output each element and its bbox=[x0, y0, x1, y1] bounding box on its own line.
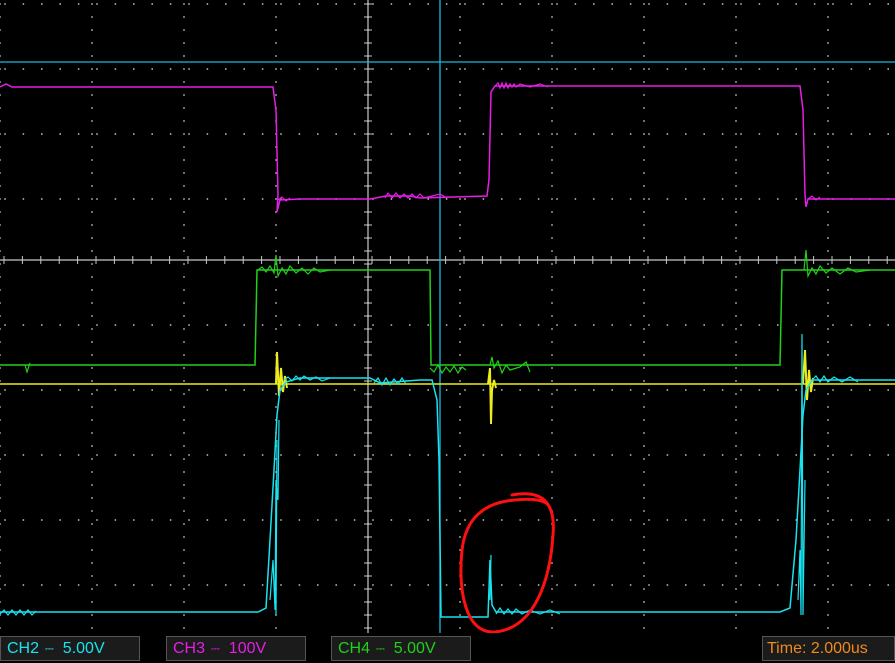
ch4-ringing bbox=[24, 249, 871, 375]
ch3-label: CH3 bbox=[173, 640, 206, 657]
yellow-spikes bbox=[275, 349, 814, 425]
graticule bbox=[0, 0, 895, 633]
timebase-box[interactable]: Time: 2.000us bbox=[762, 636, 895, 661]
ch3-scale-box[interactable]: CH3 ⎓ 100V bbox=[166, 636, 306, 661]
ch2-trace bbox=[0, 377, 895, 618]
status-bar: CH2 ⎓ 5.00V CH3 ⎓ 100V CH4 ⎓ 5.00V Time: 2.000… bbox=[0, 633, 895, 663]
ch2-label: CH2 bbox=[7, 640, 40, 657]
ch2-scale: 5.00V bbox=[62, 640, 105, 657]
ch4-scale-box[interactable]: CH4 ⎓ 5.00V bbox=[331, 636, 471, 661]
dc-coupling-icon: ⎓ bbox=[45, 643, 54, 655]
oscilloscope-screen bbox=[0, 0, 895, 633]
ch2-ringing bbox=[0, 333, 859, 616]
ch4-scale: 5.00V bbox=[393, 640, 436, 657]
dc-coupling-icon: ⎓ bbox=[376, 643, 385, 655]
timebase-label: Time: bbox=[767, 640, 807, 657]
ch4-trace bbox=[0, 269, 895, 366]
ch4-label: CH4 bbox=[338, 640, 371, 657]
ch3-scale: 100V bbox=[228, 640, 267, 657]
ch3-trace bbox=[0, 83, 895, 213]
timebase-value: 2.000us bbox=[810, 640, 868, 657]
ch2-scale-box[interactable]: CH2 ⎓ 5.00V bbox=[0, 636, 140, 661]
dc-coupling-icon: ⎓ bbox=[211, 643, 220, 655]
ch3-ringing bbox=[277, 81, 821, 202]
